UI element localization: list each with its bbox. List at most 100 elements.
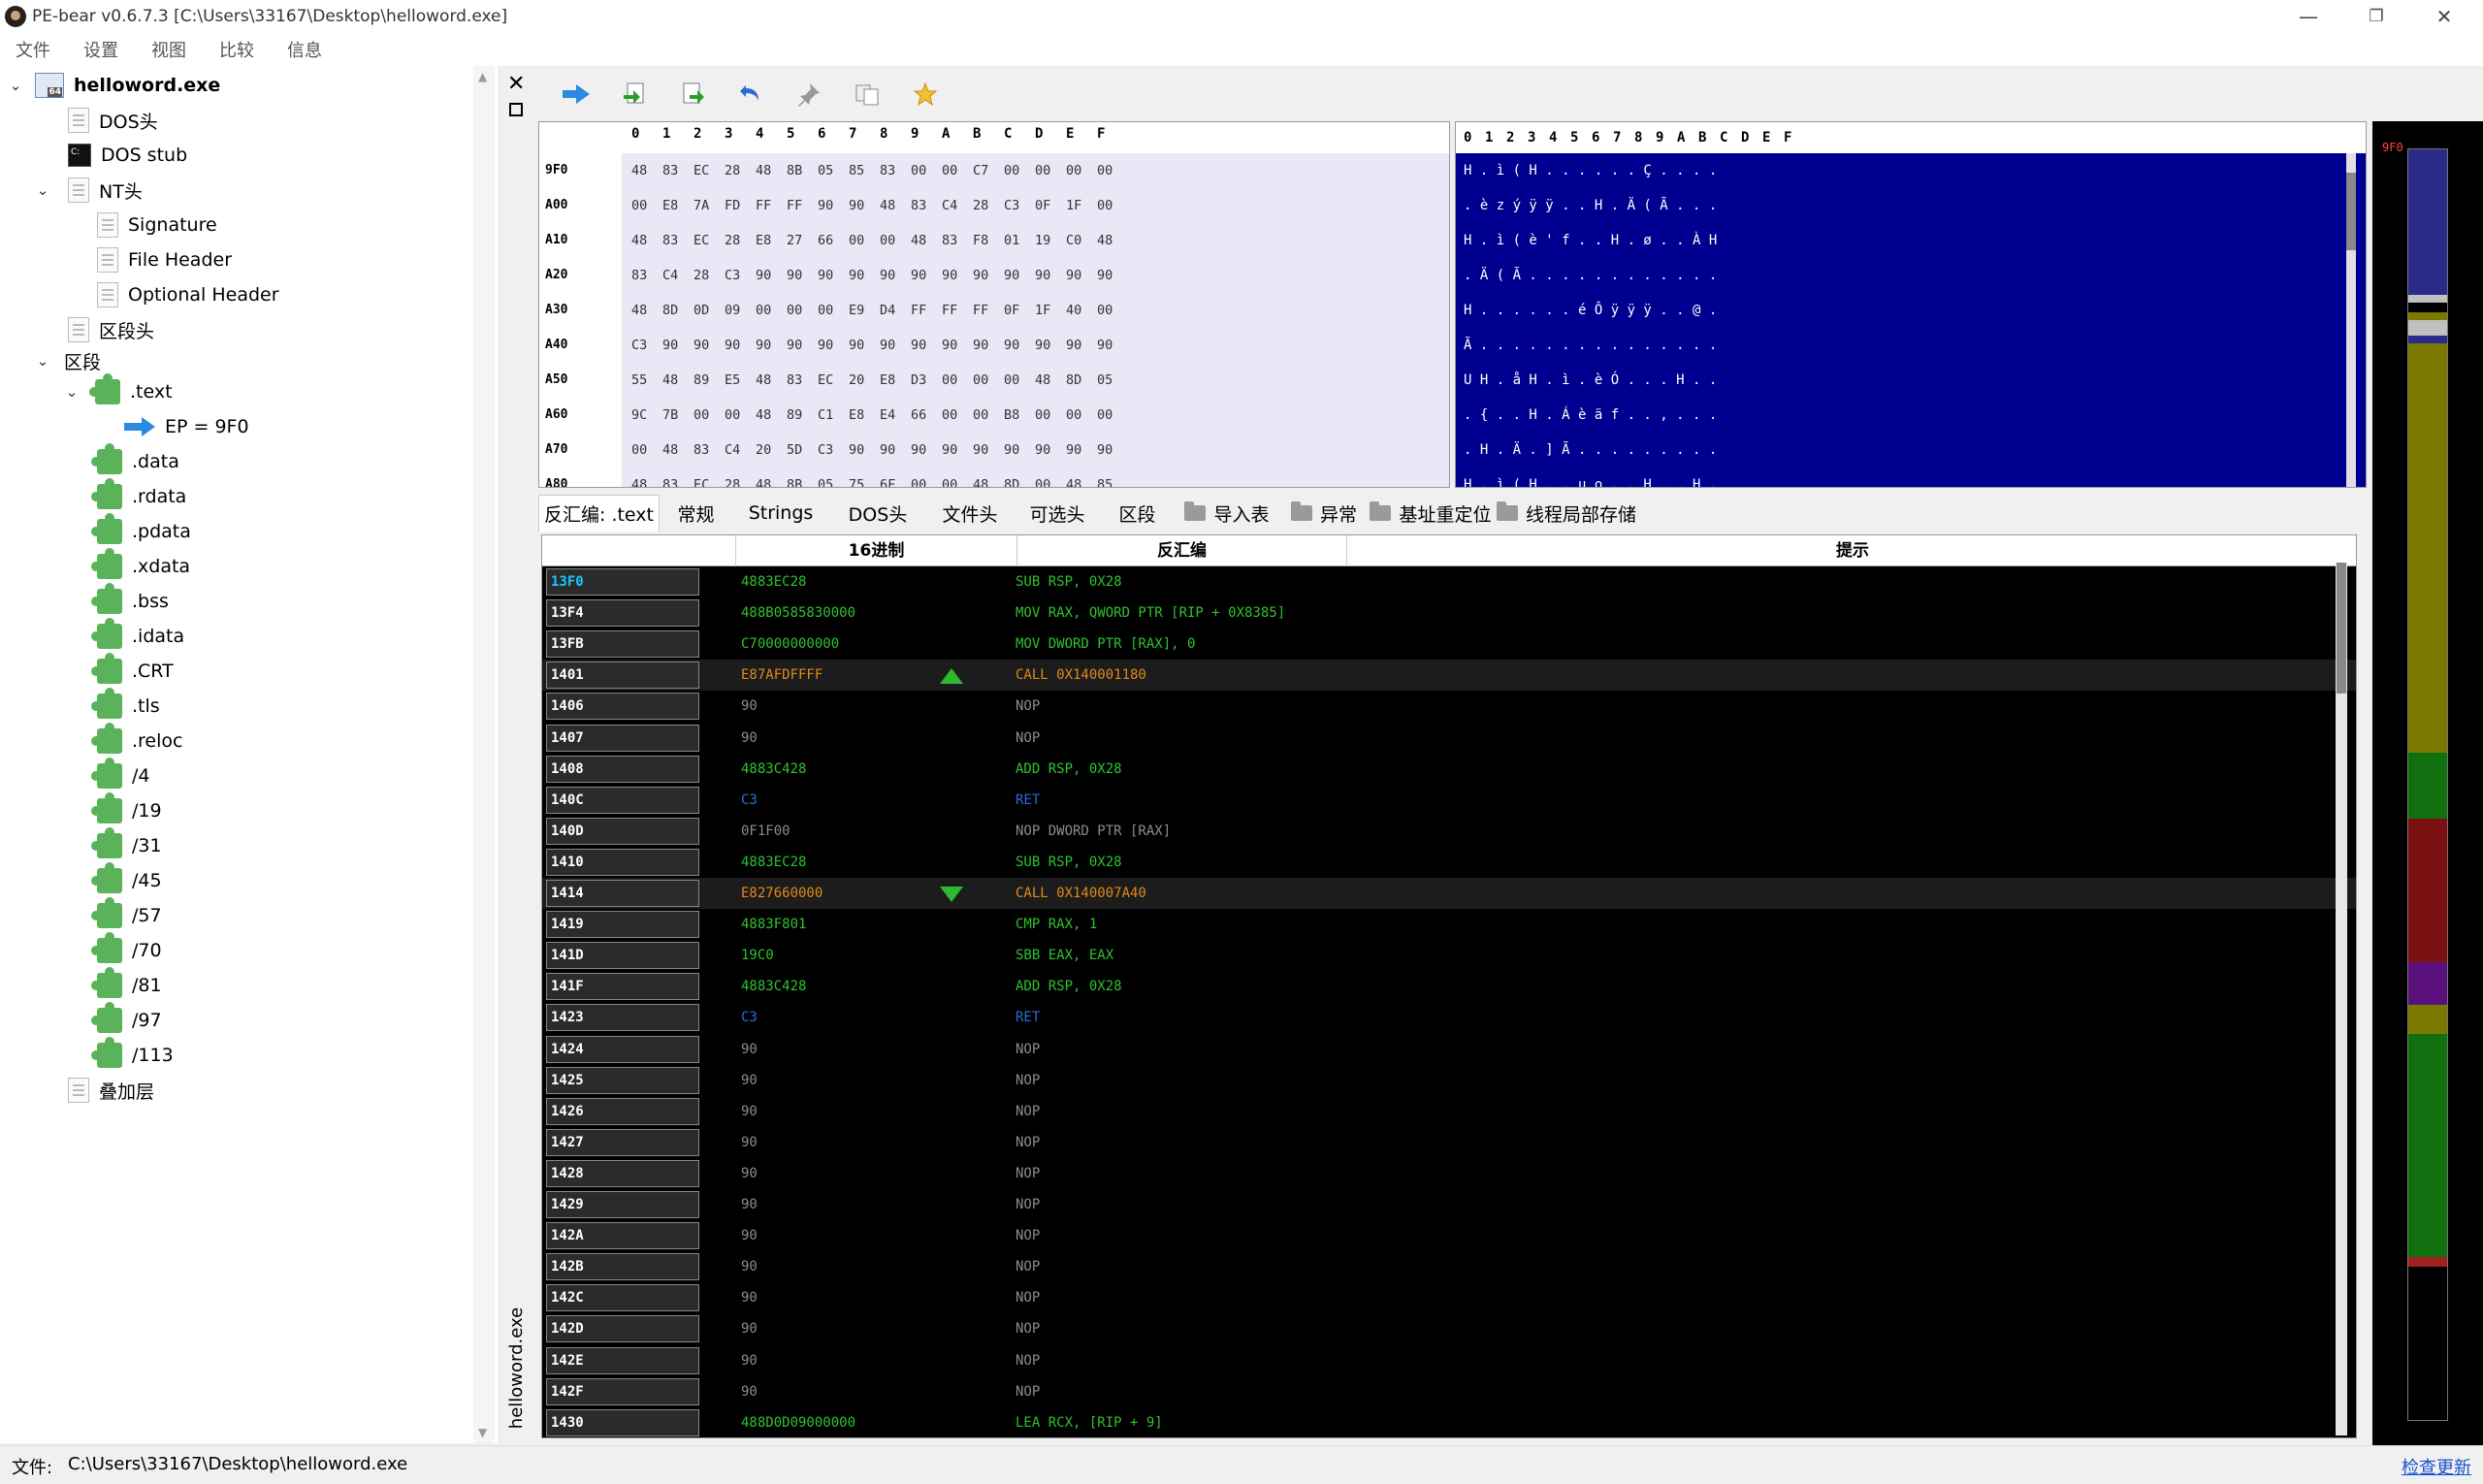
hex-byte[interactable]: 83 (787, 372, 802, 388)
hex-byte[interactable]: 00 (911, 163, 926, 178)
disassembly-address[interactable]: 142A (546, 1222, 699, 1250)
hex-byte[interactable]: 00 (973, 407, 988, 423)
hex-byte[interactable]: 00 (631, 442, 647, 458)
ascii-row[interactable]: H . ì ( H . . u o . . H . . H . (1464, 477, 1717, 487)
disassembly-row[interactable]: 1430 488D0D09000000 LEA RCX, [RIP + 9] (542, 1407, 2356, 1437)
hex-byte[interactable]: 90 (1035, 268, 1050, 283)
hex-byte[interactable]: EC (818, 372, 833, 388)
hex-byte[interactable]: 00 (1066, 163, 1081, 178)
menu-compare[interactable]: 比较 (219, 37, 254, 62)
hex-byte[interactable]: 90 (973, 442, 988, 458)
hex-byte[interactable]: 83 (662, 163, 678, 178)
hex-byte[interactable]: 28 (725, 163, 740, 178)
hex-byte[interactable]: 90 (1066, 268, 1081, 283)
disassembly-address[interactable]: 142B (546, 1253, 699, 1281)
tree-item-section[interactable]: /113 (91, 1037, 174, 1072)
disassembly-address[interactable]: 141D (546, 942, 699, 970)
ascii-row[interactable]: . Ä ( Ã . . . . . . . . . . . . (1464, 268, 1717, 283)
disassembly-row[interactable]: 1401 E87AFDFFFF CALL 0X140001180 (542, 660, 2356, 692)
hex-byte[interactable]: 00 (1066, 407, 1081, 423)
tree-item-overlay[interactable]: 叠加层 (68, 1074, 154, 1107)
ascii-view[interactable]: 0123456789ABCDEF H . ì ( H . . . . . . Ç… (1455, 121, 2367, 488)
tree-item-section[interactable]: /70 (91, 932, 162, 967)
hex-byte[interactable]: 05 (818, 163, 833, 178)
tree-item-section[interactable]: .data (91, 443, 179, 478)
tab-5[interactable]: 可选头 (1014, 495, 1101, 532)
hex-byte[interactable]: 90 (1066, 338, 1081, 353)
disassembly-row[interactable]: 141F 4883C428 ADD RSP, 0X28 (542, 971, 2356, 1002)
hex-byte[interactable]: 00 (942, 477, 957, 487)
hex-byte[interactable]: 5D (787, 442, 802, 458)
disassembly-address[interactable]: 140C (546, 786, 699, 814)
hex-byte[interactable]: 00 (942, 372, 957, 388)
star-icon[interactable] (909, 78, 942, 111)
hex-byte[interactable]: 90 (756, 338, 771, 353)
hex-byte[interactable]: 00 (1097, 407, 1113, 423)
hex-byte[interactable]: 90 (849, 268, 864, 283)
hex-byte[interactable]: 7A (693, 198, 709, 213)
hex-byte[interactable]: E8 (662, 198, 678, 213)
section-map-segment[interactable] (2408, 1257, 2447, 1267)
close-document-icon[interactable]: ✕ (507, 72, 525, 96)
tree-item-section[interactable]: .reloc (91, 723, 182, 758)
hex-byte[interactable]: 28 (973, 198, 988, 213)
hex-byte[interactable]: E8 (756, 233, 771, 248)
hex-byte[interactable]: 90 (942, 268, 957, 283)
hex-byte[interactable]: 00 (942, 163, 957, 178)
hex-byte[interactable]: 8D (1066, 372, 1081, 388)
hex-byte[interactable]: 90 (849, 338, 864, 353)
disassembly-row[interactable]: 1427 90 NOP (542, 1127, 2356, 1158)
hex-byte[interactable]: 00 (1097, 198, 1113, 213)
hex-byte[interactable]: 00 (693, 407, 709, 423)
hex-byte[interactable]: 90 (1097, 442, 1113, 458)
hex-byte[interactable]: 83 (662, 233, 678, 248)
section-map-segment[interactable] (2408, 149, 2447, 295)
hex-byte[interactable]: 90 (911, 442, 926, 458)
disassembly-address[interactable]: 1430 (546, 1408, 699, 1436)
hex-byte[interactable]: 90 (880, 442, 895, 458)
ascii-row[interactable]: H . ì ( è ' f . . H . ø . . À H (1464, 233, 1717, 248)
ascii-row[interactable]: U H . å H . ì . è Ó . . . H . . (1464, 372, 1717, 388)
disassembly-address[interactable]: 1410 (546, 848, 699, 876)
hex-byte[interactable]: C1 (818, 407, 833, 423)
section-map-segment[interactable] (2408, 753, 2447, 819)
hex-byte[interactable]: 90 (911, 268, 926, 283)
minimize-button[interactable]: — (2279, 0, 2338, 33)
tree-item-section[interactable]: .xdata (91, 548, 190, 583)
disassembly-row[interactable]: 1408 4883C428 ADD RSP, 0X28 (542, 754, 2356, 785)
disassembly-row[interactable]: 142D 90 NOP (542, 1313, 2356, 1344)
tree-item-section[interactable]: /4 (91, 758, 150, 792)
hex-byte[interactable]: 00 (849, 233, 864, 248)
hex-byte[interactable]: 83 (911, 198, 926, 213)
hex-byte[interactable]: 8B (787, 477, 802, 487)
disassembly-view[interactable]: 16进制 反汇编 提示 13F0 4883EC28 SUB RSP, 0X28 13F… (541, 534, 2357, 1438)
tab-0[interactable]: 反汇编: .text (538, 495, 660, 532)
tab-1[interactable]: 常规 (660, 495, 732, 532)
maximize-button[interactable]: ❐ (2347, 0, 2405, 33)
section-map-segment[interactable] (2408, 320, 2447, 336)
hex-byte[interactable]: 90 (787, 268, 802, 283)
hex-byte[interactable]: E5 (725, 372, 740, 388)
disassembly-address[interactable]: 1401 (546, 661, 699, 690)
hex-byte[interactable]: 83 (662, 477, 678, 487)
disassembly-address[interactable]: 1408 (546, 755, 699, 783)
disassembly-row[interactable]: 142F 90 NOP (542, 1376, 2356, 1407)
hex-byte[interactable]: C4 (725, 442, 740, 458)
hex-byte[interactable]: 48 (880, 198, 895, 213)
hex-byte[interactable]: 01 (1004, 233, 1019, 248)
tree-item-section-headers[interactable]: 区段头 (68, 313, 154, 346)
hex-byte[interactable]: 90 (1035, 338, 1050, 353)
tree-item-section[interactable]: /81 (91, 967, 162, 1002)
menu-info[interactable]: 信息 (287, 37, 322, 62)
hex-byte[interactable]: 00 (1004, 163, 1019, 178)
hex-byte[interactable]: 90 (1097, 268, 1113, 283)
hex-byte[interactable]: 48 (1035, 372, 1050, 388)
hex-byte[interactable]: 85 (1097, 477, 1113, 487)
hex-byte[interactable]: 48 (631, 163, 647, 178)
disassembly-address[interactable]: 1423 (546, 1004, 699, 1032)
hex-byte[interactable]: FF (973, 303, 988, 318)
tree-item-dos-stub[interactable]: DOS stub (68, 139, 187, 172)
disassembly-row[interactable]: 140C C3 RET (542, 785, 2356, 816)
restore-icon[interactable] (509, 103, 523, 116)
scrollbar-thumb[interactable] (2346, 173, 2356, 250)
